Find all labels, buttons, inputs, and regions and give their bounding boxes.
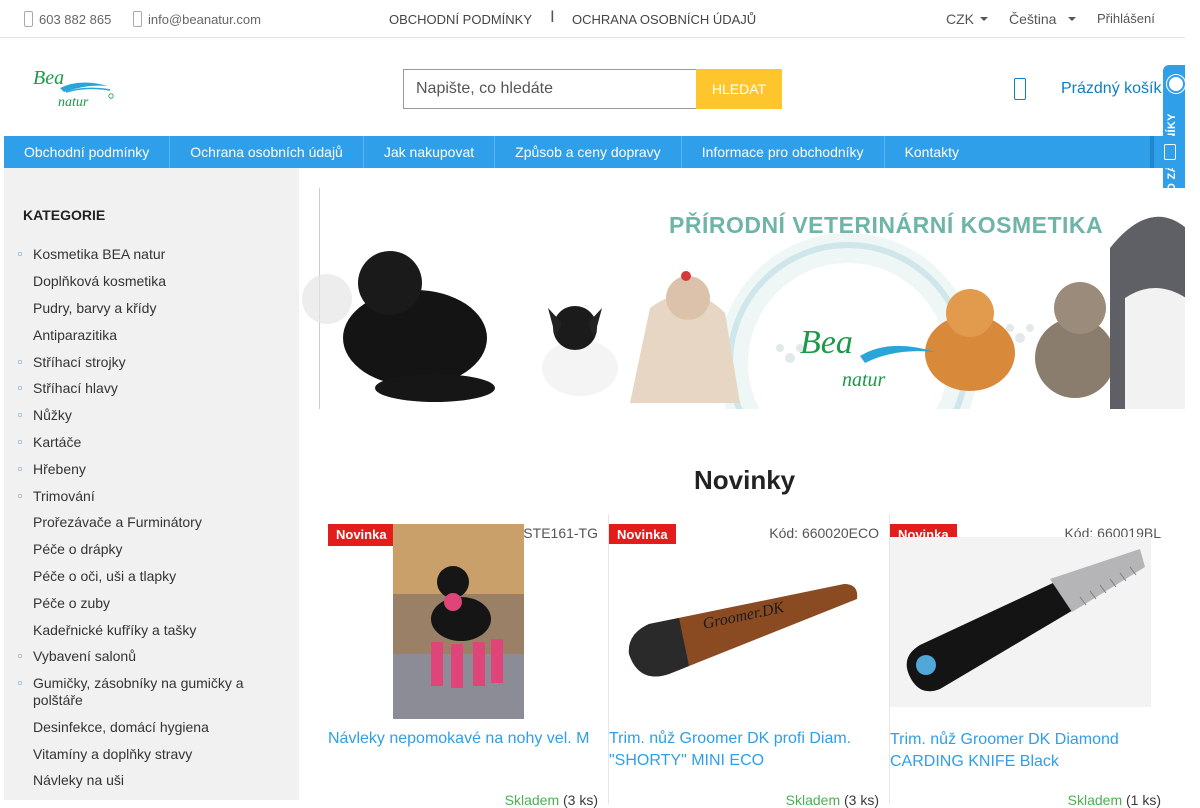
category-item[interactable]: Hřebeny — [33, 461, 273, 478]
main-nav: Obchodní podmínky Ochrana osobních údajů… — [4, 136, 1185, 168]
product-image[interactable] — [393, 524, 524, 719]
expand-bullet-icon — [18, 467, 22, 471]
stock-status: Skladem — [785, 792, 841, 808]
category-item[interactable]: Stříhací strojky — [33, 354, 273, 371]
cart-icon[interactable] — [1014, 78, 1026, 100]
stock-qty: (3 ks) — [844, 792, 879, 808]
category-item[interactable]: Kosmetika BEA natur — [33, 246, 273, 263]
product-title[interactable]: Trim. nůž Groomer DK profi Diam. "SHORTY… — [609, 728, 871, 772]
svg-text:Bea: Bea — [33, 67, 64, 89]
expand-bullet-icon — [18, 440, 22, 444]
phone-icon — [24, 11, 33, 27]
category-item[interactable]: Kadeřnické kufříky a tašky — [33, 622, 273, 639]
expand-bullet-icon — [18, 386, 22, 390]
banner-logo-text-1: Bea — [800, 324, 853, 361]
search-form: HLEDAT — [403, 69, 782, 109]
expand-bullet-icon — [18, 681, 22, 685]
product-stock: Skladem (1 ks) — [1068, 792, 1161, 808]
product-card[interactable]: Novinka Kód: 660020ECO Groomer.DK Trim. … — [609, 514, 890, 808]
category-item[interactable]: Pudry, barvy a křídy — [33, 300, 273, 317]
product-image[interactable] — [890, 537, 1151, 707]
product-image[interactable]: Groomer.DK — [609, 544, 869, 694]
category-item[interactable]: Vitamíny a doplňky stravy — [33, 746, 273, 763]
phone-contact[interactable]: 603 882 865 — [24, 11, 111, 27]
stock-status: Skladem — [1067, 792, 1123, 808]
category-item[interactable]: Gumičky, zásobníky na gumičky a polštáře — [33, 675, 273, 709]
nav-divider — [1150, 136, 1154, 168]
nav-item-shipping[interactable]: Způsob a ceny dopravy — [495, 136, 682, 168]
category-heading: KATEGORIE — [23, 207, 106, 223]
chevron-down-icon — [980, 17, 988, 21]
currency-value: CZK — [946, 11, 974, 27]
top-bar: 603 882 865 info@beanatur.com OBCHODNÍ P… — [0, 0, 1185, 38]
stock-qty: (1 ks) — [1126, 792, 1161, 808]
stock-qty: (3 ks) — [563, 792, 598, 808]
category-item[interactable]: Nůžky — [33, 407, 273, 424]
nav-item-retailers[interactable]: Informace pro obchodníky — [682, 136, 885, 168]
banner-title: PŘÍRODNÍ VETERINÁRNÍ KOSMETIKA — [669, 212, 1104, 238]
top-link-terms[interactable]: OBCHODNÍ PODMÍNKY — [389, 12, 532, 27]
category-item[interactable]: Kartáče — [33, 434, 273, 451]
category-item[interactable]: Trimování — [33, 488, 273, 505]
search-button[interactable]: HLEDAT — [696, 69, 782, 109]
nav-item-terms[interactable]: Obchodní podmínky — [4, 136, 171, 168]
category-item[interactable]: Péče o oči, uši a tlapky — [33, 568, 273, 585]
product-stock: Skladem (3 ks) — [786, 792, 879, 808]
nav-cart-icon[interactable] — [1164, 144, 1176, 160]
email-contact[interactable]: info@beanatur.com — [133, 11, 261, 27]
language-dropdown[interactable]: Čeština — [1009, 11, 1077, 27]
product-code: Kód: 660020ECO — [769, 525, 879, 541]
category-item[interactable]: Vybavení salonů — [33, 648, 273, 665]
stock-status: Skladem — [504, 792, 560, 808]
nav-item-how-to-buy[interactable]: Jak nakupovat — [364, 136, 496, 168]
expand-bullet-icon — [18, 252, 22, 256]
new-flag-badge: Novinka — [328, 524, 395, 546]
category-item[interactable]: Péče o drápky — [33, 541, 273, 558]
nav-item-contacts[interactable]: Kontakty — [885, 136, 979, 168]
category-item[interactable]: Návleky na uši — [33, 772, 273, 789]
nav-item-privacy[interactable]: Ochrana osobních údajů — [170, 136, 364, 168]
category-item[interactable]: Doplňková kosmetika — [33, 273, 273, 290]
product-title[interactable]: Trim. nůž Groomer DK Diamond CARDING KNI… — [890, 729, 1152, 773]
expand-bullet-icon — [18, 360, 22, 364]
product-title[interactable]: Návleky nepomokavé na nohy vel. M — [328, 728, 590, 750]
category-item[interactable]: Desinfekce, domácí hygiena — [33, 719, 273, 736]
product-stock: Skladem (3 ks) — [505, 792, 598, 808]
expand-bullet-icon — [18, 494, 22, 498]
category-item[interactable]: Antiparazitika — [33, 327, 273, 344]
banner-logo-text-2: natur — [842, 369, 886, 391]
top-link-separator: I — [550, 7, 555, 26]
top-link-privacy[interactable]: OCHRANA OSOBNÍCH ÚDAJŮ — [572, 12, 756, 27]
category-item[interactable]: Stříhací hlavy — [33, 380, 273, 397]
search-input[interactable] — [403, 69, 696, 109]
product-card[interactable]: Novinka Kód: 660019BL Trim. nůž Groomer … — [890, 514, 1171, 808]
language-value: Čeština — [1009, 11, 1057, 27]
svg-text:natur: natur — [58, 95, 89, 110]
section-title-novinky: Novinky — [694, 465, 796, 495]
cart-link[interactable]: Prázdný košík — [1061, 80, 1161, 98]
email-address: info@beanatur.com — [148, 11, 261, 27]
chevron-down-icon — [1068, 17, 1077, 21]
product-card[interactable]: Novinka Kód: TT35STE161-TG Návleky nepom… — [328, 514, 609, 808]
login-link[interactable]: Přihlášení — [1097, 11, 1155, 26]
currency-dropdown[interactable]: CZK — [946, 11, 988, 27]
verified-badge-icon — [1167, 75, 1185, 93]
new-flag-badge: Novinka — [609, 524, 676, 546]
slider-prev-button[interactable] — [302, 274, 352, 324]
category-item[interactable]: Péče o zuby — [33, 595, 273, 612]
mail-icon — [133, 11, 142, 27]
category-sidebar: KATEGORIE Kosmetika BEA natur Doplňková … — [4, 168, 299, 800]
phone-number: 603 882 865 — [39, 11, 112, 27]
expand-bullet-icon — [18, 654, 22, 658]
site-logo[interactable]: Bea natur — [30, 62, 120, 114]
hero-banner[interactable]: Bea natur PŘÍRODNÍ VETERINÁRNÍ KOSMETIKA — [319, 188, 1185, 409]
category-item[interactable]: Prořezávače a Furminátory — [33, 514, 273, 531]
expand-bullet-icon — [18, 413, 22, 417]
